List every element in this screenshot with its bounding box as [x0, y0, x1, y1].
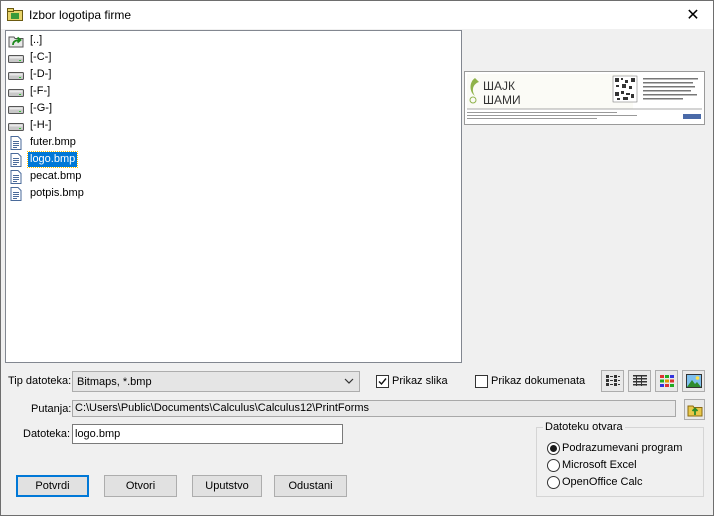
radio-label: Microsoft Excel: [562, 459, 637, 471]
filter-label: Tip datoteka:: [8, 375, 72, 387]
drive-icon: [8, 51, 24, 65]
file-icon: [8, 135, 24, 150]
radio-unselected-icon: [547, 458, 560, 472]
filename-input[interactable]: logo.bmp: [72, 424, 343, 444]
logo-preview: ШАЈК ШАМИ: [464, 71, 705, 125]
path-field: C:\Users\Public\Documents\Calculus\Calcu…: [72, 400, 676, 417]
file-list-item-label: [-G-]: [30, 102, 52, 114]
folder-up-icon: [687, 405, 702, 416]
drive-icon: [8, 68, 24, 82]
show-images-checkbox[interactable]: Prikaz slika: [376, 373, 448, 389]
file-list-item[interactable]: futer.bmp: [8, 134, 78, 151]
file-type-value: Bitmaps, *.bmp: [77, 375, 152, 388]
file-list-item-label: logo.bmp: [26, 151, 79, 168]
details-view-icon: [632, 375, 647, 386]
file-type-select[interactable]: Bitmaps, *.bmp: [72, 371, 360, 392]
details-view-button[interactable]: [628, 370, 651, 392]
radio-default-program[interactable]: Podrazumevani program: [547, 440, 682, 456]
dialog-window: Izbor logotipa firme ✕ [..] [-C-] [-D-] [-F…: [0, 0, 714, 516]
radio-label: OpenOffice Calc: [562, 476, 643, 488]
list-view-icon: [605, 375, 620, 386]
drive-icon: [8, 119, 24, 133]
title-bar: Izbor logotipa firme ✕: [1, 1, 713, 29]
drive-icon: [8, 85, 24, 99]
file-list-item-label: [-H-]: [30, 119, 52, 131]
file-list-item-label: [-D-]: [30, 68, 52, 80]
file-icon: [8, 152, 24, 167]
close-icon: ✕: [686, 7, 700, 24]
drive-icon: [8, 102, 24, 116]
show-images-label: Prikaz slika: [392, 375, 448, 387]
show-documents-label: Prikaz dokumenata: [491, 375, 586, 387]
file-list[interactable]: [..] [-C-] [-D-] [-F-] [-G-] [-H-] futer.bmp lo…: [5, 30, 462, 363]
confirm-button[interactable]: Potvrdi: [16, 475, 89, 497]
cancel-button[interactable]: Odustani: [274, 475, 347, 497]
chevron-down-icon: [343, 375, 355, 387]
thumbnails-view-icon: [659, 375, 674, 387]
checkbox-checked-icon: [376, 374, 389, 388]
close-button[interactable]: ✕: [673, 1, 713, 29]
open-folder-button[interactable]: [684, 399, 705, 420]
file-list-item[interactable]: [-G-]: [8, 100, 54, 117]
file-list-item[interactable]: [-C-]: [8, 49, 53, 66]
logo-text-2: ШАМИ: [483, 93, 521, 107]
file-list-item-label: [..]: [30, 34, 43, 46]
radio-microsoft-excel[interactable]: Microsoft Excel: [547, 457, 637, 473]
file-list-item[interactable]: [-D-]: [8, 66, 53, 83]
file-list-item[interactable]: potpis.bmp: [8, 185, 86, 202]
path-label: Putanja:: [31, 403, 72, 415]
file-list-item[interactable]: logo.bmp: [8, 151, 79, 168]
app-icon: [7, 7, 23, 21]
image-view-button[interactable]: [682, 370, 705, 392]
file-list-item[interactable]: [-F-]: [8, 83, 52, 100]
logo-preview-image: ШАЈК ШАМИ: [465, 72, 704, 124]
checkbox-unchecked-icon: [475, 374, 488, 388]
radio-label: Podrazumevani program: [562, 442, 683, 454]
file-list-item[interactable]: [-H-]: [8, 117, 53, 134]
list-view-button[interactable]: [601, 370, 624, 392]
file-list-item-label: [-C-]: [30, 51, 52, 63]
up-folder-icon: [8, 34, 24, 48]
help-button[interactable]: Uputstvo: [192, 475, 262, 497]
show-documents-checkbox[interactable]: Prikaz dokumenata: [475, 373, 585, 389]
file-list-item-label: potpis.bmp: [30, 187, 84, 199]
open-button[interactable]: Otvori: [104, 475, 177, 497]
file-list-item-label: [-F-]: [30, 85, 51, 97]
logo-text-1: ШАЈК: [483, 79, 515, 93]
file-icon: [8, 169, 24, 184]
radio-unselected-icon: [547, 475, 560, 489]
window-title: Izbor logotipa firme: [29, 8, 132, 22]
file-icon: [8, 186, 24, 201]
filename-label: Datoteka:: [23, 428, 71, 440]
file-list-item[interactable]: [..]: [8, 32, 44, 49]
thumbnails-view-button[interactable]: [655, 370, 678, 392]
image-view-icon: [685, 374, 702, 388]
radio-openoffice-calc[interactable]: OpenOffice Calc: [547, 474, 643, 490]
radio-selected-icon: [547, 441, 560, 455]
file-list-item-label: futer.bmp: [30, 136, 76, 148]
open-with-title: Datoteku otvara: [543, 420, 625, 434]
file-list-item[interactable]: pecat.bmp: [8, 168, 83, 185]
file-list-item-label: pecat.bmp: [30, 170, 82, 182]
